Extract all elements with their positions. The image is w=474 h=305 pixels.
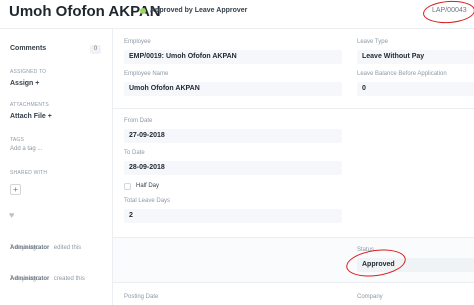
to-date-label: To Date (124, 150, 145, 156)
activity-time: 7 days ago (10, 245, 40, 251)
posting-date-label: Posting Date (124, 294, 159, 300)
comments-count-badge: 0 (90, 45, 101, 54)
tags-label: TAGS (10, 137, 25, 143)
total-leave-days-label: Total Leave Days (124, 198, 171, 204)
attach-file-button[interactable]: Attach File + (10, 113, 52, 120)
section-divider (113, 108, 474, 109)
activity-action: created this (53, 276, 85, 282)
activity-time: 7 days ago (10, 276, 40, 282)
shared-with-label: SHARED WITH (10, 170, 48, 176)
leave-balance-field[interactable]: 0 (357, 82, 474, 96)
section-divider (113, 237, 474, 238)
leave-type-field[interactable]: Leave Without Pay (357, 50, 474, 64)
comments-link[interactable]: Comments (10, 45, 46, 52)
activity-action: edited this (53, 245, 82, 251)
employee-name-label: Employee Name (124, 71, 169, 77)
from-date-label: From Date (124, 118, 153, 124)
employee-label: Employee (124, 39, 151, 45)
page-header: Umoh Ofofon AKPAN Approved by Leave Appr… (0, 0, 474, 28)
leave-balance-label: Leave Balance Before Application (357, 71, 447, 77)
half-day-checkbox[interactable] (124, 183, 131, 190)
to-date-field[interactable]: 28-09-2018 (124, 161, 342, 175)
employee-name-field[interactable]: Umoh Ofofon AKPAN (124, 82, 342, 96)
add-tag-input[interactable]: Add a tag ... (10, 146, 42, 152)
heart-icon[interactable]: ♥ (9, 210, 14, 220)
leave-type-label: Leave Type (357, 39, 388, 45)
from-date-field[interactable]: 27-09-2018 (124, 129, 342, 143)
assigned-to-label: ASSIGNED TO (10, 69, 47, 75)
company-label: Company (357, 294, 383, 300)
half-day-label: Half Day (136, 183, 160, 189)
total-leave-days-field[interactable]: 2 (124, 209, 342, 223)
page-title: Umoh Ofofon AKPAN (9, 3, 161, 20)
header-divider (0, 28, 474, 29)
status-indicator: Approved by Leave Approver (140, 7, 247, 14)
assign-button[interactable]: Assign + (10, 80, 39, 87)
employee-field[interactable]: EMP/0019: Umoh Ofofon AKPAN (124, 50, 342, 64)
section-divider (113, 282, 474, 283)
share-add-button[interactable]: + (10, 184, 21, 195)
attachments-label: ATTACHMENTS (10, 102, 49, 108)
status-dot-icon (140, 7, 146, 14)
docname-annotation-circle (422, 0, 474, 25)
status-text: Approved by Leave Approver (150, 7, 248, 14)
